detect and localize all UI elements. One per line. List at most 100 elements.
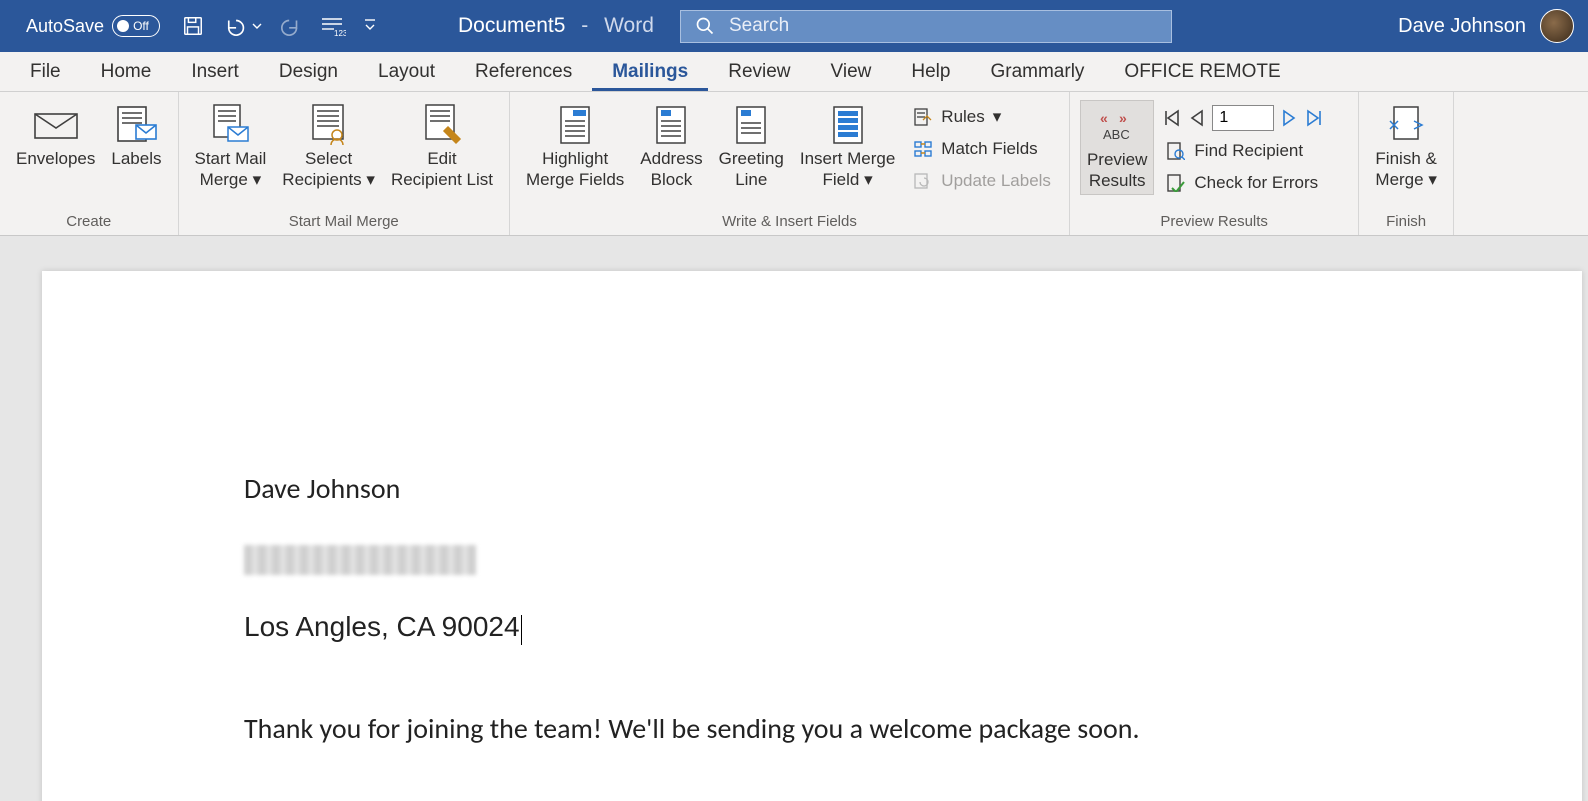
edit-recipient-list-icon	[420, 102, 464, 148]
avatar[interactable]	[1540, 9, 1574, 43]
find-recipient-button[interactable]: Find Recipient	[1158, 136, 1348, 166]
autosave-label: AutoSave	[26, 16, 104, 37]
check-for-errors-button[interactable]: Check for Errors	[1158, 168, 1348, 198]
toggle-state: Off	[133, 19, 149, 33]
group-preview-label: Preview Results	[1080, 213, 1348, 233]
match-fields-icon	[913, 139, 933, 159]
chevron-down-icon: ▾	[993, 107, 1002, 127]
labels-label: Labels	[111, 148, 161, 169]
finish-merge-button[interactable]: Finish &Merge ▾	[1369, 100, 1442, 193]
record-nav	[1158, 102, 1348, 134]
group-finish-label: Finish	[1369, 213, 1442, 233]
last-record-icon[interactable]	[1304, 108, 1324, 128]
tab-layout[interactable]: Layout	[358, 53, 455, 91]
ribbon-tabs: File Home Insert Design Layout Reference…	[0, 52, 1588, 92]
tab-home[interactable]: Home	[81, 53, 172, 91]
insert-merge-field-label: Insert MergeField ▾	[800, 148, 895, 191]
doc-line-name: Dave Johnson	[244, 471, 1582, 506]
edit-recipient-list-button[interactable]: EditRecipient List	[385, 100, 499, 193]
autosave-toggle[interactable]: AutoSave Off	[26, 15, 160, 37]
greeting-line-label: GreetingLine	[719, 148, 784, 191]
labels-icon	[114, 102, 158, 148]
highlight-merge-fields-icon	[557, 102, 593, 148]
tab-office-remote[interactable]: OFFICE REMOTE	[1104, 53, 1300, 91]
edit-recipient-list-label: EditRecipient List	[391, 148, 493, 191]
group-write-insert-fields: HighlightMerge Fields AddressBlock Greet…	[510, 92, 1070, 235]
toggle-switch[interactable]: Off	[112, 15, 160, 37]
group-start-mail-merge: Start MailMerge ▾ SelectRecipients ▾ Edi…	[179, 92, 511, 235]
match-fields-button[interactable]: Match Fields	[905, 134, 1059, 164]
group-preview-results: «»ABC PreviewResults Find Recipient	[1070, 92, 1359, 235]
highlight-merge-fields-button[interactable]: HighlightMerge Fields	[520, 100, 630, 193]
preview-results-icon: « »ABC	[1097, 103, 1137, 149]
group-create: Envelopes Labels Create	[0, 92, 179, 235]
ribbon: Envelopes Labels Create Start MailMerge …	[0, 92, 1588, 236]
tab-help[interactable]: Help	[891, 53, 970, 91]
title-bar: AutoSave Off 123 Document5 - Word	[0, 0, 1588, 52]
address-block-icon	[653, 102, 689, 148]
next-record-icon[interactable]	[1280, 108, 1298, 128]
doc-line-redacted	[244, 540, 1582, 575]
tab-design[interactable]: Design	[259, 53, 358, 91]
start-mail-merge-button[interactable]: Start MailMerge ▾	[189, 100, 273, 193]
tab-grammarly[interactable]: Grammarly	[970, 53, 1104, 91]
quick-access-toolbar: 123	[182, 15, 376, 37]
toggle-dot	[117, 20, 129, 32]
tab-review[interactable]: Review	[708, 53, 810, 91]
insert-merge-field-button[interactable]: Insert MergeField ▾	[794, 100, 901, 193]
app-name: Word	[604, 14, 654, 37]
document-name: Document5	[458, 14, 565, 37]
user-area[interactable]: Dave Johnson	[1398, 9, 1574, 43]
qat-more-icon[interactable]	[364, 18, 376, 34]
envelopes-button[interactable]: Envelopes	[10, 100, 101, 171]
update-labels-icon	[913, 171, 933, 191]
tab-view[interactable]: View	[811, 53, 892, 91]
chevron-down-icon: ▾	[1428, 169, 1437, 190]
greeting-line-button[interactable]: GreetingLine	[713, 100, 790, 193]
rules-label: Rules	[941, 107, 984, 127]
group-create-label: Create	[10, 213, 168, 233]
prev-record-icon[interactable]	[1188, 108, 1206, 128]
undo-icon[interactable]	[222, 15, 262, 37]
select-recipients-button[interactable]: SelectRecipients ▾	[276, 100, 381, 193]
redacted-text	[244, 545, 476, 575]
group-start-label: Start Mail Merge	[189, 213, 500, 233]
chevron-down-icon: ▾	[253, 169, 262, 190]
save-icon[interactable]	[182, 15, 204, 37]
envelopes-label: Envelopes	[16, 148, 95, 169]
svg-text:»: »	[1119, 110, 1127, 126]
record-number-input[interactable]	[1212, 105, 1274, 131]
rules-icon	[913, 107, 933, 127]
address-block-label: AddressBlock	[640, 148, 702, 191]
group-finish: Finish &Merge ▾ Finish	[1359, 92, 1453, 235]
search-input[interactable]	[729, 15, 1157, 37]
tab-references[interactable]: References	[455, 53, 592, 91]
first-record-icon[interactable]	[1162, 108, 1182, 128]
check-errors-icon	[1166, 173, 1186, 193]
tab-file[interactable]: File	[10, 53, 81, 91]
preview-results-button[interactable]: «»ABC PreviewResults	[1080, 100, 1154, 195]
tab-insert[interactable]: Insert	[171, 53, 259, 91]
search-box[interactable]	[680, 10, 1172, 43]
update-labels-label: Update Labels	[941, 171, 1051, 191]
chevron-down-icon: ▾	[864, 169, 873, 190]
finish-merge-label: Finish &Merge ▾	[1375, 148, 1436, 191]
find-recipient-icon	[1166, 141, 1186, 161]
redo-icon[interactable]	[280, 15, 302, 37]
svg-text:ABC: ABC	[1103, 127, 1130, 142]
address-text: Los Angles, CA 90024	[244, 611, 520, 642]
user-name: Dave Johnson	[1398, 15, 1526, 38]
labels-button[interactable]: Labels	[105, 100, 167, 171]
svg-text:«: «	[1100, 110, 1108, 126]
rules-button[interactable]: Rules ▾	[905, 102, 1059, 132]
start-mail-merge-label: Start MailMerge ▾	[195, 148, 267, 191]
select-recipients-label: SelectRecipients ▾	[282, 148, 375, 191]
svg-text:123: 123	[334, 29, 346, 37]
tab-mailings[interactable]: Mailings	[592, 53, 708, 91]
editor-icon[interactable]: 123	[320, 15, 346, 37]
document-page[interactable]: Dave Johnson Los Angles, CA 90024 Thank …	[42, 271, 1582, 801]
match-fields-label: Match Fields	[941, 139, 1037, 159]
envelope-icon	[33, 102, 79, 148]
doc-line-address: Los Angles, CA 90024	[244, 609, 1582, 644]
address-block-button[interactable]: AddressBlock	[634, 100, 708, 193]
